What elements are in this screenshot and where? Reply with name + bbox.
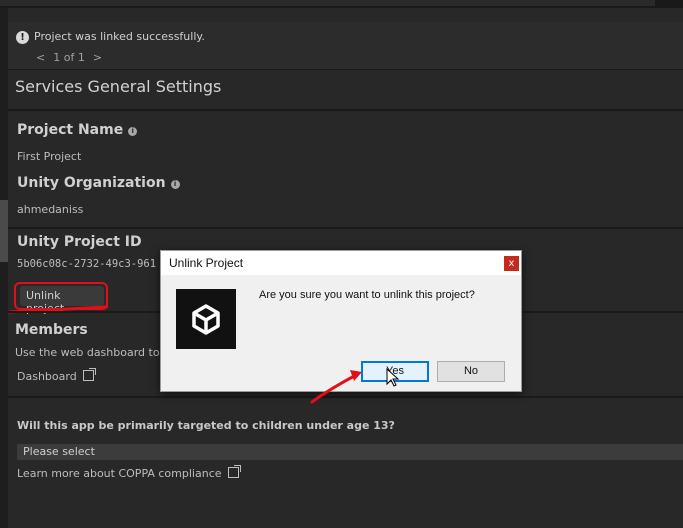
divider bbox=[8, 109, 683, 111]
organization-label: Unity Organization i bbox=[17, 175, 180, 191]
pager-prev-button[interactable]: < bbox=[36, 51, 45, 64]
external-link-icon bbox=[82, 368, 96, 381]
unity-logo-icon bbox=[192, 304, 220, 335]
dashboard-link[interactable]: Dashboard bbox=[17, 368, 96, 383]
close-icon[interactable]: x bbox=[504, 256, 519, 271]
editor-toolbar-strip bbox=[0, 0, 655, 6]
coppa-question: Will this app be primarily targeted to c… bbox=[17, 419, 395, 432]
info-icon[interactable]: i bbox=[128, 127, 138, 136]
project-name-label-text: Project Name bbox=[17, 122, 124, 138]
alert-icon: ! bbox=[16, 31, 29, 44]
notification-pager: < 1 of 1 > bbox=[36, 51, 102, 64]
dialog-title: Unlink Project bbox=[161, 251, 521, 275]
coppa-select[interactable]: Please select bbox=[17, 444, 683, 460]
mouse-cursor-icon bbox=[386, 368, 400, 387]
no-button[interactable]: No bbox=[437, 361, 505, 382]
coppa-link[interactable]: Learn more about COPPA compliance bbox=[17, 465, 241, 480]
members-label: Members bbox=[15, 322, 88, 338]
notification-message: Project was linked successfully. bbox=[34, 30, 205, 43]
pager-count: 1 of 1 bbox=[53, 51, 85, 64]
project-name-value: First Project bbox=[17, 150, 82, 163]
organization-label-text: Unity Organization bbox=[17, 175, 166, 191]
pager-next-button[interactable]: > bbox=[93, 51, 102, 64]
red-annotation-arrow bbox=[310, 370, 362, 404]
divider bbox=[8, 227, 683, 229]
external-link-icon bbox=[227, 465, 241, 478]
page-title: Services General Settings bbox=[15, 77, 222, 96]
unity-logo-icon bbox=[176, 289, 236, 349]
panel-resize-handle[interactable] bbox=[0, 200, 8, 262]
members-description: Use the web dashboard to a bbox=[15, 346, 170, 359]
project-id-value: 5b06c08c-2732-49c3-961 bbox=[17, 258, 157, 270]
info-icon[interactable]: i bbox=[170, 180, 180, 189]
project-name-label: Project Name i bbox=[17, 122, 138, 138]
project-id-label: Unity Project ID bbox=[17, 234, 142, 250]
organization-value: ahmedaniss bbox=[17, 203, 84, 216]
dashboard-link-text[interactable]: Dashboard bbox=[17, 370, 77, 383]
dialog-message: Are you sure you want to unlink this pro… bbox=[259, 289, 475, 301]
coppa-link-text[interactable]: Learn more about COPPA compliance bbox=[17, 467, 222, 480]
